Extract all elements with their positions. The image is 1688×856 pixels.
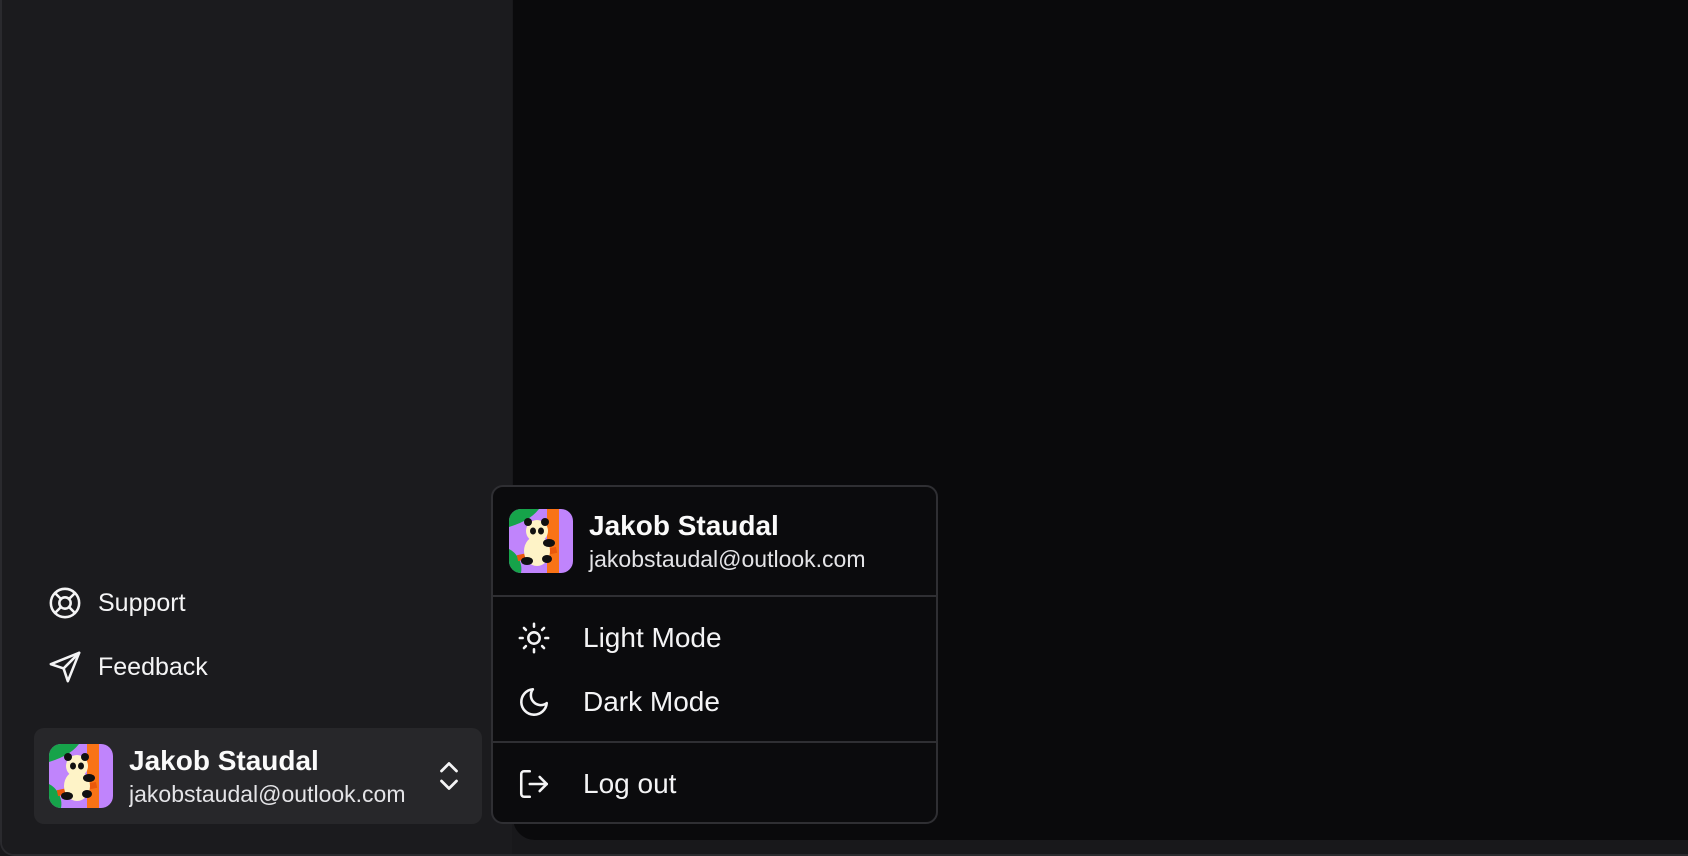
log-out-icon bbox=[519, 769, 549, 799]
user-email: jakobstaudal@outlook.com bbox=[129, 780, 406, 807]
app-window: Support Feedback Jakob Staudal jakobstau… bbox=[0, 0, 1688, 856]
sun-icon bbox=[518, 622, 550, 654]
menu-item-log-out[interactable]: Log out bbox=[493, 755, 936, 813]
menu-item-dark-mode[interactable]: Dark Mode bbox=[493, 673, 936, 731]
menu-item-label: Dark Mode bbox=[583, 686, 720, 717]
menu-item-label: Light Mode bbox=[583, 622, 722, 653]
user-account-button[interactable]: Jakob Staudal jakobstaudal@outlook.com bbox=[34, 728, 482, 824]
menu-user-name: Jakob Staudal bbox=[589, 509, 779, 541]
menu-item-light-mode[interactable]: Light Mode bbox=[493, 609, 936, 667]
sidebar-item-label: Support bbox=[98, 588, 186, 617]
moon-icon bbox=[520, 687, 549, 716]
life-buoy-icon bbox=[49, 587, 81, 619]
sidebar: Support Feedback Jakob Staudal jakobstau… bbox=[2, 0, 512, 854]
send-icon bbox=[49, 651, 81, 683]
user-name: Jakob Staudal bbox=[129, 744, 319, 776]
menu-user-email: jakobstaudal@outlook.com bbox=[589, 545, 866, 572]
chevrons-up-down-icon bbox=[440, 762, 458, 790]
sidebar-item-feedback[interactable]: Feedback bbox=[48, 647, 208, 687]
panda-avatar-icon bbox=[509, 509, 573, 573]
panda-avatar-icon bbox=[49, 744, 113, 808]
menu-item-label: Log out bbox=[583, 768, 677, 799]
sidebar-item-label: Feedback bbox=[98, 652, 208, 681]
menu-divider bbox=[493, 741, 936, 743]
sidebar-item-support[interactable]: Support bbox=[48, 583, 186, 623]
menu-user-header: Jakob Staudal jakobstaudal@outlook.com bbox=[493, 487, 936, 597]
user-dropdown-menu: Jakob Staudal jakobstaudal@outlook.com L… bbox=[491, 485, 938, 824]
